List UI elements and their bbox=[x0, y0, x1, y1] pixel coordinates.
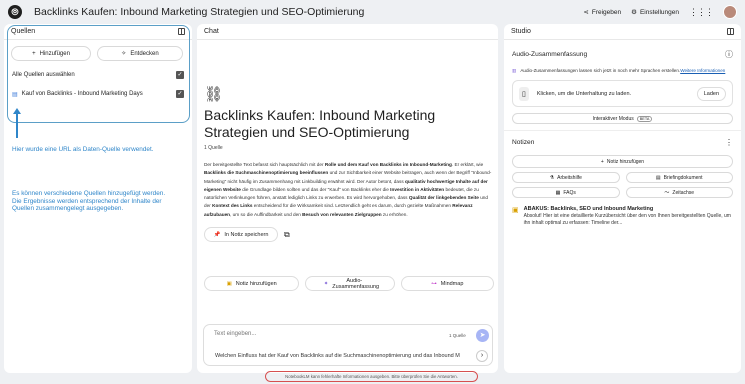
note-icon: ▣ bbox=[512, 207, 519, 214]
interactive-mode-button[interactable]: Interaktiver Modus BETA bbox=[512, 113, 733, 124]
plus-icon: + bbox=[600, 158, 604, 165]
studio-panel: Studio Audio-Zusammenfassung ⓘ ▥ Audio-Zu… bbox=[504, 24, 741, 373]
next-suggestion-button[interactable]: › bbox=[476, 350, 488, 362]
send-button[interactable]: ➤ bbox=[476, 329, 489, 342]
copy-icon[interactable]: ⧉ bbox=[284, 230, 290, 240]
gear-icon: ⚙ bbox=[631, 9, 637, 16]
notebooklm-logo-icon[interactable]: ⦾ bbox=[8, 5, 22, 19]
save-to-note-button[interactable]: 📌 In Notiz speichern bbox=[204, 227, 278, 243]
timeline-button[interactable]: 〜 Zeitachse bbox=[625, 187, 733, 198]
disclaimer-footer: NotebookLM kann fehlerhafte Informatione… bbox=[265, 371, 478, 382]
audio-summary-button[interactable]: ✦ Audio-Zusammenfassung bbox=[305, 276, 395, 291]
doc-icon: ▤ bbox=[655, 174, 661, 181]
mindmap-icon: ⊶ bbox=[431, 280, 437, 287]
app-title[interactable]: Backlinks Kaufen: Inbound Marketing Stra… bbox=[34, 6, 364, 18]
suggested-question[interactable]: Welchen Einfluss hat der Kauf von Backli… bbox=[215, 353, 473, 359]
doc-title: Backlinks Kaufen: Inbound Marketing Stra… bbox=[204, 107, 436, 140]
more-options-icon[interactable]: ⋮ bbox=[725, 138, 733, 147]
annotation-url-note: Hier wurde eine URL als Daten-Quelle ver… bbox=[12, 146, 154, 153]
annotation-arrow bbox=[16, 110, 18, 138]
notes-heading: Notizen bbox=[512, 139, 535, 146]
chat-header: Chat bbox=[197, 24, 498, 40]
briefing-doc-button[interactable]: ▤ Briefingdokument bbox=[625, 172, 733, 183]
note-icon: ▣ bbox=[226, 280, 232, 287]
mindmap-button[interactable]: ⊶ Mindmap bbox=[400, 276, 494, 291]
notebook-emoji-icon: ⛓ bbox=[204, 86, 224, 103]
load-button[interactable]: Laden bbox=[696, 86, 726, 101]
note-title: ABAKUS: Backlinks, SEO und Inbound Marke… bbox=[523, 206, 654, 212]
input-source-count: 1 Quelle bbox=[449, 333, 466, 338]
info-icon[interactable]: ⓘ bbox=[725, 49, 733, 60]
faq-icon: ▦ bbox=[555, 189, 561, 196]
study-icon: ⚗ bbox=[549, 174, 555, 181]
faq-button[interactable]: ▦ FAQs bbox=[512, 187, 620, 198]
collapse-studio-icon[interactable] bbox=[727, 28, 734, 35]
audio-icon: ✦ bbox=[323, 280, 329, 287]
sparkle-icon: ▥ bbox=[512, 68, 517, 73]
chat-input[interactable]: Text eingeben... 1 Quelle ➤ Welchen Einf… bbox=[203, 324, 493, 366]
chat-input-placeholder[interactable]: Text eingeben... bbox=[214, 331, 256, 337]
top-bar: ⦾ Backlinks Kaufen: Inbound Marketing St… bbox=[0, 0, 745, 24]
add-note-button[interactable]: ▣ Notiz hinzufügen bbox=[204, 276, 300, 291]
note-preview: Absolut! Hier ist eine detaillierte Kurz… bbox=[523, 213, 731, 226]
add-note-studio-button[interactable]: + Notiz hinzufügen bbox=[512, 155, 733, 168]
audio-file-icon: ▯ bbox=[519, 86, 529, 101]
share-icon: ⋖ bbox=[583, 9, 589, 16]
audio-overview-heading: Audio-Zusammenfassung bbox=[512, 51, 588, 58]
timeline-icon: 〜 bbox=[664, 190, 670, 196]
beta-badge: BETA bbox=[636, 115, 653, 122]
chat-document: ⛓ Backlinks Kaufen: Inbound Marketing St… bbox=[204, 85, 494, 243]
audio-load-card: ▯ Klicken, um die Unterhaltung zu laden.… bbox=[512, 80, 733, 107]
pin-icon: 📌 bbox=[213, 231, 221, 238]
settings-button[interactable]: ⚙ Einstellungen bbox=[631, 8, 679, 17]
annotation-highlight-box bbox=[7, 25, 190, 123]
annotation-sources-note: Es können verschiedene Quellen hinzugefü… bbox=[12, 190, 166, 212]
more-info-link[interactable]: Weitere Informationen bbox=[680, 68, 725, 73]
share-button[interactable]: ⋖ Freigeben bbox=[583, 8, 621, 17]
study-guide-button[interactable]: ⚗ Arbeitshilfe bbox=[512, 172, 620, 183]
apps-grid-icon[interactable]: ⋮⋮⋮ bbox=[689, 7, 714, 18]
annotation-arrowhead bbox=[13, 108, 21, 114]
saved-note[interactable]: ▣ ABAKUS: Backlinks, SEO und Inbound Mar… bbox=[512, 206, 733, 226]
source-count: 1 Quelle bbox=[204, 145, 223, 151]
info-banner: ▥ Audio-Zusammenfassungen lassen sich je… bbox=[512, 68, 726, 73]
studio-header: Studio bbox=[504, 24, 741, 40]
summary-text: Der bereitgestellte Text befasst sich ha… bbox=[204, 162, 492, 217]
avatar[interactable] bbox=[723, 5, 737, 19]
